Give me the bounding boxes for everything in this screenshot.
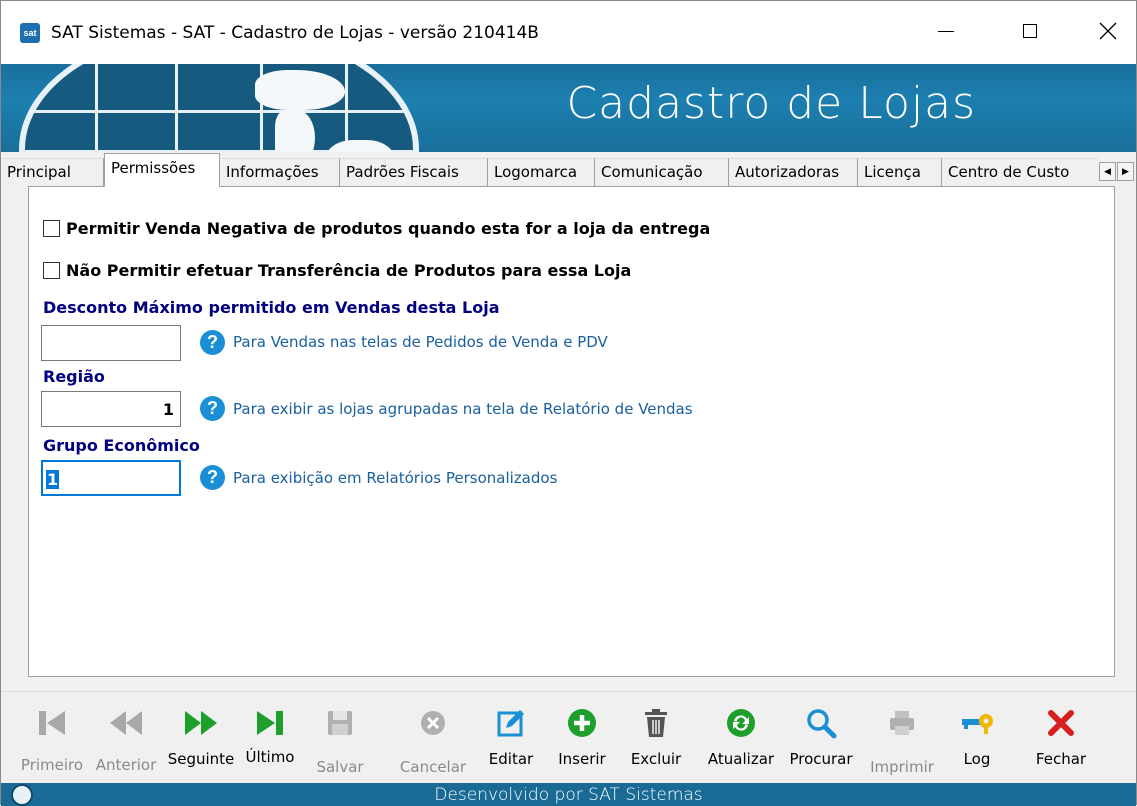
minimize-icon [938,30,954,32]
tab-label: Autorizadoras [735,163,840,181]
next-button[interactable]: Seguinte [162,692,240,784]
last-button[interactable]: Último [241,692,299,784]
maximize-icon [1023,24,1037,38]
discount-input[interactable] [41,325,181,361]
tab-principal[interactable]: Principal [1,158,104,186]
no-transfer-checkbox-row[interactable]: Não Permitir efetuar Transferência de Pr… [43,261,631,280]
economic-group-value: 1 [46,470,60,489]
first-label: Primeiro [20,756,84,774]
tab-label: Permissões [111,159,196,177]
insert-label: Inserir [558,750,606,768]
refresh-icon [723,706,759,740]
log-button[interactable]: Log [955,692,999,784]
key-icon [959,706,995,740]
discount-help-icon[interactable]: ? [200,330,225,355]
tab-licenca[interactable]: Licença [858,158,942,186]
negative-sale-checkbox-row[interactable]: Permitir Venda Negativa de produtos quan… [43,219,710,238]
printer-icon [884,706,920,740]
delete-button[interactable]: Excluir [625,692,687,784]
discount-label: Desconto Máximo permitido em Vendas dest… [43,298,500,317]
navigation-toolbar: Primeiro Anterior Seguinte Último Salvar [1,691,1136,783]
tab-permissoes[interactable]: Permissões [104,153,220,187]
log-label: Log [963,750,991,768]
app-icon[interactable]: sat [20,23,40,43]
tab-centro-de-custo[interactable]: Centro de Custo [942,158,1098,186]
search-button[interactable]: Procurar [782,692,860,784]
next-record-icon [183,706,219,740]
economic-group-label: Grupo Econômico [43,436,200,455]
edit-pencil-icon [493,706,529,740]
tab-informacoes[interactable]: Informações [220,158,340,186]
cancel-button[interactable]: Cancelar [394,692,472,784]
title-bar: sat SAT Sistemas - SAT - Cadastro de Loj… [1,1,1136,64]
region-input[interactable]: 1 [41,391,181,427]
print-button[interactable]: Imprimir [866,692,938,784]
previous-label: Anterior [95,756,157,774]
last-label: Último [245,748,295,766]
save-button[interactable]: Salvar [312,692,368,784]
tab-padroes-fiscais[interactable]: Padrões Fiscais [340,158,488,186]
insert-button[interactable]: Inserir [553,692,611,784]
last-record-icon [252,706,288,740]
header-banner: Cadastro de Lojas [1,64,1136,152]
no-transfer-checkbox[interactable] [43,262,60,279]
cancel-icon [415,706,451,740]
edit-label: Editar [488,750,534,768]
tab-label: Principal [7,163,71,181]
print-label: Imprimir [870,758,934,776]
save-label: Salvar [316,758,364,776]
tab-logomarca[interactable]: Logomarca [488,158,595,186]
tab-label: Padrões Fiscais [346,163,459,181]
tab-label: Centro de Custo [948,163,1070,181]
trash-icon [638,706,674,740]
economic-group-help-text: Para exibição em Relatórios Personalizad… [233,469,558,487]
tab-scroll-right-button[interactable]: ▶ [1117,162,1134,181]
tab-label: Informações [226,163,319,181]
window-title: SAT Sistemas - SAT - Cadastro de Lojas -… [51,23,539,43]
next-label: Seguinte [167,750,235,768]
negative-sale-label[interactable]: Permitir Venda Negativa de produtos quan… [66,219,710,238]
first-record-icon [34,706,70,740]
search-label: Procurar [789,750,853,768]
tab-autorizadoras[interactable]: Autorizadoras [729,158,858,186]
footer-text: Desenvolvido por SAT Sistemas [434,785,703,805]
delete-label: Excluir [630,750,682,768]
region-help-icon[interactable]: ? [200,396,225,421]
save-disk-icon [322,706,358,740]
economic-group-input[interactable]: 1 [41,460,181,496]
maximize-button[interactable] [1007,11,1053,51]
close-x-icon [1043,706,1079,740]
app-window: sat SAT Sistemas - SAT - Cadastro de Loj… [0,0,1137,806]
minimize-button[interactable] [923,11,969,51]
previous-record-icon [108,706,144,740]
close-window-button[interactable] [1085,11,1131,51]
globe-logo-icon [19,64,419,152]
refresh-button[interactable]: Atualizar [701,692,781,784]
tab-scroll-left-button[interactable]: ◀ [1099,162,1116,181]
close-button[interactable]: Fechar [1025,692,1097,784]
search-icon [803,706,839,740]
tab-label: Licença [864,163,921,181]
first-button[interactable]: Primeiro [15,692,89,784]
permissions-panel: Permitir Venda Negativa de produtos quan… [28,186,1115,677]
discount-help-text: Para Vendas nas telas de Pedidos de Vend… [233,333,608,351]
tab-label: Logomarca [494,163,578,181]
cancel-label: Cancelar [399,758,467,776]
negative-sale-checkbox[interactable] [43,220,60,237]
economic-group-help-icon[interactable]: ? [200,465,225,490]
tab-comunicacao[interactable]: Comunicação [595,158,729,186]
footer-bar: Desenvolvido por SAT Sistemas [1,783,1136,806]
add-icon [564,706,600,740]
region-label: Região [43,367,105,386]
tab-label: Comunicação [601,163,703,181]
previous-button[interactable]: Anterior [91,692,161,784]
close-icon [1099,22,1117,40]
region-help-text: Para exibir as lojas agrupadas na tela d… [233,400,693,418]
tab-bar: Principal Permissões Informações Padrões… [1,152,1136,187]
close-label: Fechar [1035,750,1087,768]
banner-title: Cadastro de Lojas [566,78,976,129]
edit-button[interactable]: Editar [479,692,543,784]
refresh-label: Atualizar [707,750,775,768]
no-transfer-label[interactable]: Não Permitir efetuar Transferência de Pr… [66,261,631,280]
